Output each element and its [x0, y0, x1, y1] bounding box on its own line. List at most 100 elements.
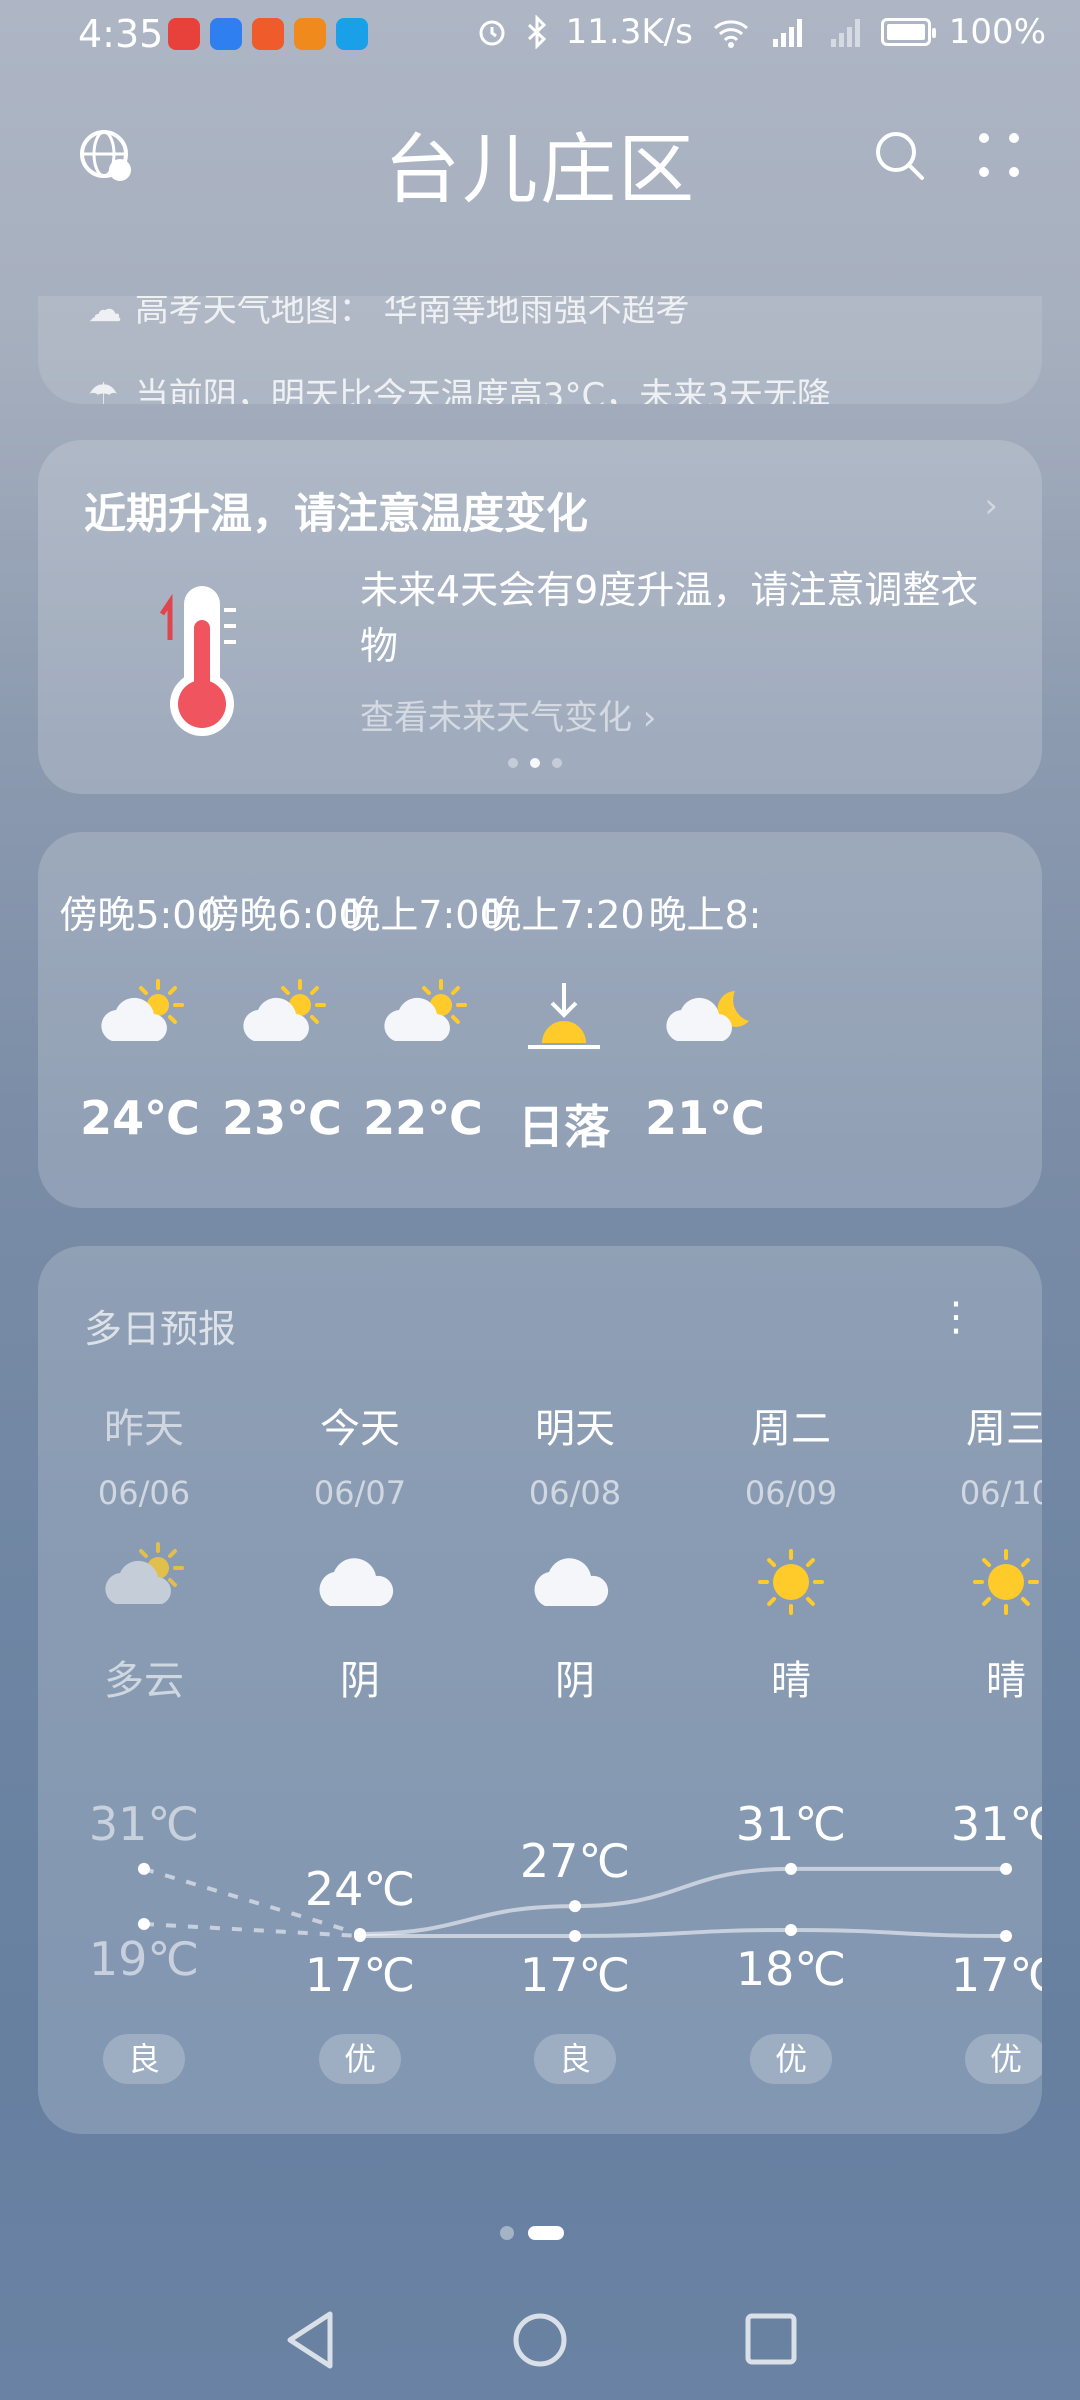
status-time: 4:35	[78, 12, 164, 56]
day-date: 06/07	[313, 1474, 407, 1512]
battery-icon	[880, 18, 936, 46]
signal-no-service-icon	[830, 19, 860, 47]
day-label: 周三	[966, 1406, 1042, 1452]
cloud-icon	[534, 1558, 609, 1606]
alert-text-2: 当前阴，明天比今天温度高3°C，未来3天无降	[134, 376, 831, 404]
low-temp-label: 17℃	[950, 1948, 1042, 2002]
page-dot-active[interactable]	[528, 2226, 564, 2240]
high-temp-label: 27℃	[519, 1834, 631, 1889]
daily-item: 周三 06/10 晴	[916, 1396, 1042, 1706]
air-quality-badge: 良	[534, 2034, 616, 2084]
air-quality-badge: 优	[965, 2034, 1042, 2084]
status-bar: 4:35 11.3K/s 100%	[0, 0, 1080, 72]
day-date: 06/06	[97, 1474, 191, 1512]
alarm-icon	[479, 20, 505, 46]
cloud-app-icon	[210, 18, 242, 50]
high-temp-label: 31℃	[88, 1796, 200, 1851]
day-label: 周二	[751, 1406, 831, 1452]
low-temp-line	[359, 1927, 1007, 1939]
day-weather: 多云	[104, 1658, 184, 1704]
search-app-icon	[336, 18, 368, 50]
high-temp-point	[569, 1900, 581, 1913]
news-icon: ☁	[88, 296, 122, 330]
tip-body: 未来4天会有9度升温，请注意调整衣物	[360, 568, 979, 668]
signal-5g-icon	[772, 19, 802, 47]
high-temp-label: 31℃	[950, 1796, 1042, 1851]
network-speed: 11.3K/s	[565, 12, 693, 52]
cloud-icon	[319, 1558, 394, 1606]
tip-title: 近期升温，请注意温度变化	[84, 489, 589, 538]
day-label: 今天	[320, 1406, 400, 1452]
alert-text-1: 高考天气地图： 华南等地雨强不超考	[134, 296, 690, 330]
low-temp-point	[1000, 1930, 1012, 1942]
tip-link-label: 查看未来天气变化	[360, 698, 632, 738]
day-weather: 阴	[555, 1658, 595, 1704]
navigation-bar	[287, 2311, 797, 2369]
video-app-icon	[294, 18, 326, 50]
alerts-strip[interactable]: ☁ 高考天气地图： 华南等地雨强不超考 ☂ 当前阴，明天比今天温度高3°C，未来…	[38, 296, 1042, 404]
sunset-icon	[528, 983, 600, 1049]
low-temp-point	[785, 1924, 797, 1936]
battery-percent: 100%	[948, 12, 1046, 52]
high-temp-point	[785, 1862, 797, 1875]
temperature-tip-card[interactable]: 近期升温，请注意温度变化 › 未来4天会有9度升温，请注意调整衣物 查看未来天气…	[38, 440, 1042, 794]
tip-dot	[508, 758, 518, 768]
day-label: 明天	[535, 1406, 615, 1452]
hourly-item: 晚上8: 21℃	[605, 884, 805, 1145]
hourly-time: 晚上8:	[648, 893, 762, 937]
recents-icon[interactable]	[745, 2313, 797, 2365]
day-weather: 晴	[771, 1658, 811, 1704]
tip-dot-active	[530, 758, 540, 768]
low-temp-label: 17℃	[519, 1948, 631, 2002]
bluetooth-icon	[527, 15, 546, 49]
high-temp-label: 31℃	[735, 1796, 847, 1851]
daily-forecast-card[interactable]: 多日预报 ⋮ 昨天 06/06 多云良今天 06/07 阴优明天 06/08 阴良周二 06/…	[38, 1246, 1042, 2134]
high-temp-line	[359, 1866, 1006, 1936]
tip-dot	[552, 758, 562, 768]
low-temp-label: 17℃	[304, 1948, 416, 2002]
tip-pager-dots	[508, 758, 562, 768]
huawei-appgallery-icon	[168, 18, 200, 50]
partly-cloudy-day-icon	[384, 979, 467, 1041]
high-temp-point	[138, 1862, 150, 1875]
alert-line-forecast: ☂ 当前阴，明天比今天温度高3°C，未来3天无降	[88, 368, 831, 404]
low-temp-point	[569, 1930, 581, 1942]
partly-cloudy-night-icon	[666, 991, 749, 1041]
partly-cloudy-day-icon	[101, 979, 184, 1041]
low-temp-point	[138, 1918, 150, 1930]
low-temp-label: 19℃	[88, 1932, 200, 1986]
alert-line-news: ☁ 高考天气地图： 华南等地雨强不超考	[88, 296, 690, 331]
sun-icon	[973, 1549, 1039, 1615]
daily-item: 周二 06/09 晴	[701, 1396, 881, 1706]
air-quality-badge: 优	[750, 2034, 832, 2084]
low-temp-point	[354, 1930, 366, 1942]
home-icon[interactable]	[513, 2313, 567, 2367]
daily-item: 明天 06/08 阴	[485, 1396, 665, 1706]
page-indicator	[500, 2226, 564, 2240]
tip-link[interactable]: 查看未来天气变化 ›	[360, 690, 656, 739]
wifi-icon	[713, 20, 748, 48]
high-temp-label: 24℃	[304, 1862, 416, 1916]
umbrella-icon: ☂	[88, 376, 119, 404]
day-date: 06/10	[959, 1474, 1042, 1512]
chevron-right-icon[interactable]: ›	[984, 486, 998, 526]
high-temp-point	[1000, 1862, 1012, 1875]
daily-item: 昨天 06/06 多云	[54, 1396, 234, 1706]
page-dot[interactable]	[500, 2226, 514, 2240]
day-weather: 晴	[986, 1658, 1026, 1704]
daily-item: 今天 06/07 阴	[270, 1396, 450, 1706]
search-icon[interactable]	[872, 128, 928, 184]
partly-cloudy-day-icon	[243, 979, 326, 1041]
hourly-forecast-card[interactable]: 傍晚5:00 24℃ 傍晚6:00 23℃ 晚上7:00 22℃ 晚上7:20 日落 晚上8: 2…	[38, 832, 1042, 1208]
air-quality-badge: 优	[319, 2034, 401, 2084]
sun-icon	[758, 1549, 824, 1615]
day-date: 06/08	[528, 1474, 622, 1512]
thermometer-icon	[159, 586, 236, 736]
low-temp-label: 18℃	[735, 1942, 847, 1996]
shopping-app-icon	[252, 18, 284, 50]
back-icon[interactable]	[287, 2311, 333, 2369]
partly-cloudy-icon	[105, 1542, 184, 1604]
more-menu-icon[interactable]	[976, 130, 1022, 180]
day-date: 06/09	[744, 1474, 838, 1512]
air-quality-badge: 良	[103, 2034, 185, 2084]
